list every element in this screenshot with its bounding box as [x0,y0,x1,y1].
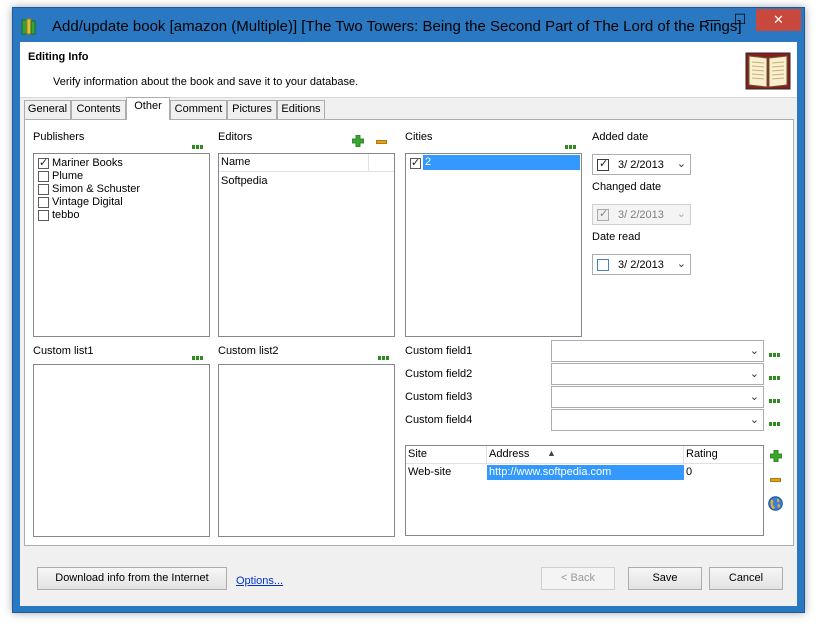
date-read-picker[interactable]: 3/ 2/2013 ⌄ [592,254,691,275]
chevron-down-icon[interactable]: ⌄ [750,344,759,357]
editors-grid[interactable]: Name Softpedia [218,153,395,337]
added-date-label: Added date [592,131,649,143]
added-date-checkbox[interactable] [597,157,609,171]
table-cell-address[interactable]: http://www.softpedia.com [489,466,611,478]
custom-field4-combo[interactable]: ⌄ [551,409,764,431]
custom-field2-combo[interactable]: ⌄ [551,363,764,385]
custom-list2-label: Custom list2 [218,345,279,357]
links-grid[interactable]: Site Address ▲ Rating Web-site http://ww… [405,445,764,536]
globe-icon[interactable] [768,496,783,511]
date-read-checkbox[interactable] [597,259,609,271]
changed-date-checkbox [597,207,609,221]
table-cell-rating[interactable]: 0 [686,466,692,478]
header-title: Editing Info [28,51,89,63]
tab-comment[interactable]: Comment [170,100,227,119]
books-app-icon [21,18,36,35]
chevron-down-icon[interactable]: ⌄ [677,157,686,170]
window-title: Add/update book [amazon (Multiple)] [The… [52,18,742,35]
options-link[interactable]: Options... [236,575,283,587]
changed-date-picker: 3/ 2/2013 ⌄ [592,204,691,225]
cities-list[interactable]: 2 [405,153,582,337]
changed-date-label: Changed date [592,181,662,193]
chevron-down-icon: ⌄ [676,208,686,220]
close-button[interactable]: ✕ [756,9,801,31]
custom-field3-combo[interactable]: ⌄ [551,386,764,408]
custom-field1-label: Custom field1 [405,345,473,357]
table-row[interactable]: Softpedia [221,175,267,187]
custom-list1-label: Custom list1 [33,345,94,357]
download-info-button[interactable]: Download info from the Internet [37,567,227,590]
city-checkbox[interactable] [410,156,421,169]
publisher-checkbox[interactable] [38,184,49,195]
remove-editor-button[interactable] [376,140,387,144]
maximize-button[interactable]: ☐ [728,9,752,31]
custom-list2[interactable] [218,364,395,537]
list-item[interactable]: Mariner Books [52,157,123,169]
publishers-list[interactable]: Mariner Books Plume Simon & Schuster Vin… [33,153,210,337]
chevron-down-icon[interactable]: ⌄ [677,257,686,270]
links-address-column-label: Address [489,448,530,460]
date-read-value: 3/ 2/2013 [618,259,664,271]
editors-name-column-header[interactable]: Name [219,154,369,172]
custom-list2-more-button[interactable] [378,356,390,360]
header-description: Verify information about the book and sa… [53,76,359,88]
tab-contents[interactable]: Contents [71,100,126,119]
header-panel [20,42,797,98]
tab-general[interactable]: General [24,100,71,119]
publisher-checkbox[interactable] [38,210,49,221]
list-item[interactable]: 2 [425,156,431,168]
editors-extra-column-header [369,154,394,172]
cities-label: Cities [405,131,433,143]
custom-field2-more-button[interactable] [769,376,781,380]
publishers-more-button[interactable] [192,145,204,149]
list-item[interactable]: tebbo [52,209,80,221]
book-icon [744,49,792,93]
list-item[interactable]: Plume [52,170,83,182]
publisher-checkbox[interactable] [38,171,49,182]
custom-field4-more-button[interactable] [769,422,781,426]
cities-more-button[interactable] [565,145,577,149]
publisher-checkbox[interactable] [38,156,49,169]
custom-field1-combo[interactable]: ⌄ [551,340,764,362]
cancel-button[interactable]: Cancel [709,567,783,590]
chevron-down-icon[interactable]: ⌄ [750,390,759,403]
added-date-picker[interactable]: 3/ 2/2013 ⌄ [592,154,691,175]
added-date-value: 3/ 2/2013 [618,159,664,171]
links-site-column-header[interactable]: Site [406,446,487,464]
custom-field4-label: Custom field4 [405,414,473,426]
links-rating-column-header[interactable]: Rating [684,446,763,464]
custom-field3-more-button[interactable] [769,399,781,403]
add-link-button[interactable] [769,449,783,463]
sort-ascending-icon: ▲ [547,448,556,458]
save-button[interactable]: Save [628,567,702,590]
publishers-label: Publishers [33,131,85,143]
editors-label: Editors [218,131,253,143]
chevron-down-icon[interactable]: ⌄ [750,367,759,380]
remove-link-button[interactable] [770,478,781,482]
date-read-label: Date read [592,231,641,243]
custom-list1[interactable] [33,364,210,537]
minimize-button[interactable]: — [701,9,725,31]
custom-field1-more-button[interactable] [769,353,781,357]
tab-pictures[interactable]: Pictures [227,100,277,119]
add-editor-button[interactable] [351,134,365,148]
publisher-checkbox[interactable] [38,197,49,208]
links-address-column-header[interactable]: Address ▲ [487,446,684,464]
table-cell-site[interactable]: Web-site [408,466,451,478]
list-item[interactable]: Simon & Schuster [52,183,140,195]
list-item[interactable]: Vintage Digital [52,196,123,208]
back-button: < Back [541,567,615,590]
custom-field2-label: Custom field2 [405,368,473,380]
custom-list1-more-button[interactable] [192,356,204,360]
tab-other[interactable]: Other [126,97,170,120]
tab-editions[interactable]: Editions [277,100,325,119]
chevron-down-icon[interactable]: ⌄ [750,413,759,426]
custom-field3-label: Custom field3 [405,391,473,403]
changed-date-value: 3/ 2/2013 [618,209,664,221]
city-selection-highlight [423,155,580,170]
